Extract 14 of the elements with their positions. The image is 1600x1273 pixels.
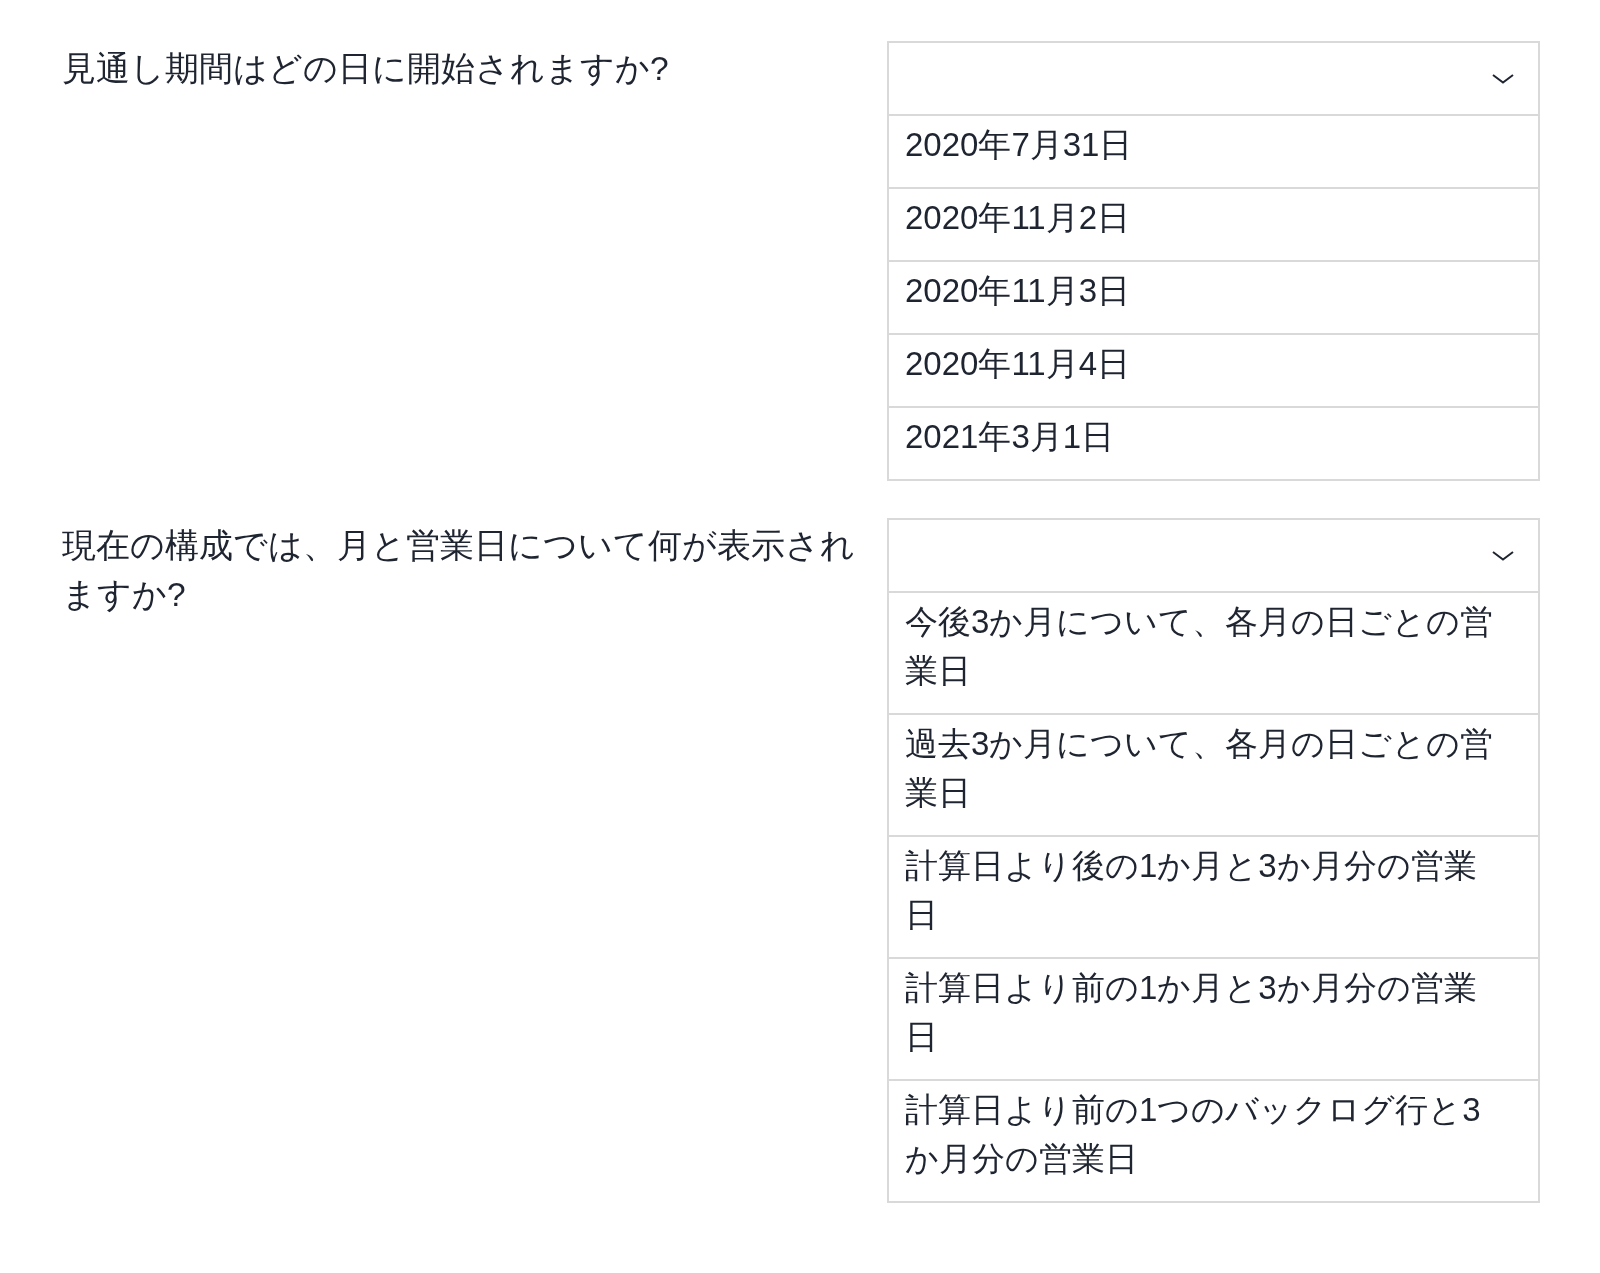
chevron-down-icon	[1492, 73, 1514, 84]
dropdown-option[interactable]: 2020年7月31日	[889, 114, 1538, 187]
dropdown-option[interactable]: 過去3か月について、各月の日ごとの営業日	[889, 713, 1538, 835]
dropdown-option[interactable]: 計算日より後の1か月と3か月分の営業日	[889, 835, 1538, 957]
dropdown-option[interactable]: 今後3か月について、各月の日ごとの営業日	[889, 591, 1538, 713]
dropdown-option[interactable]: 計算日より前の1か月と3か月分の営業日	[889, 957, 1538, 1079]
question-text: 見通し期間はどの日に開始されますか?	[62, 49, 670, 89]
question-text: 現在の構成では、月と営業日について何が表示されますか?	[62, 526, 856, 615]
chevron-down-icon	[1492, 550, 1514, 561]
dropdown-option[interactable]: 計算日より前の1つのバックログ行と3か月分の営業日	[889, 1079, 1538, 1201]
dropdown-option[interactable]: 2020年11月4日	[889, 333, 1538, 406]
dropdown-option[interactable]: 2021年3月1日	[889, 406, 1538, 479]
dropdown-option[interactable]: 2020年11月3日	[889, 260, 1538, 333]
dropdown-option[interactable]: 2020年11月2日	[889, 187, 1538, 260]
